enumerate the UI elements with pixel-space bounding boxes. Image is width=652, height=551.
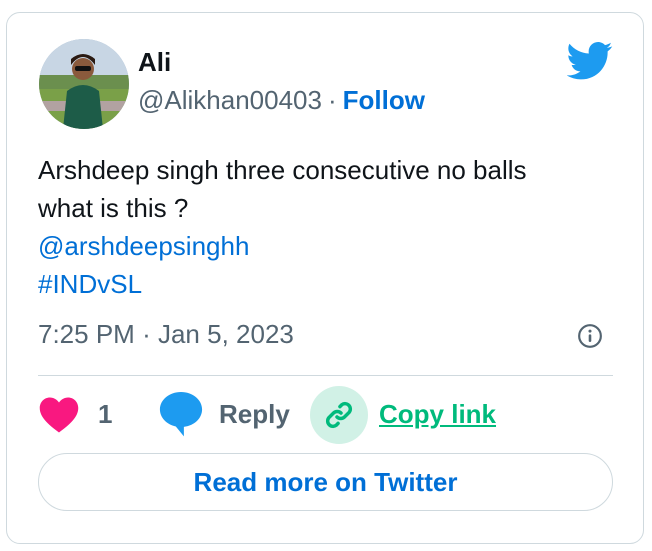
follow-link[interactable]: Follow [343,85,425,115]
tweet-actions: 1 Reply Copy link [38,386,613,444]
tweet-text: Arshdeep singh three consecutive no ball… [38,151,618,303]
avatar[interactable] [39,39,129,129]
heart-icon[interactable] [38,394,80,434]
tweet-timestamp[interactable]: 7:25 PM · Jan 5, 2023 [38,319,294,350]
tweet-embed-card: Ali @Alikhan00403 · Follow Arshdeep singh … [6,12,644,544]
author-handle-row: @Alikhan00403 · Follow [138,85,425,116]
tweet-text-line: what is this ? [38,193,189,223]
separator: · [142,319,151,349]
copy-link-button[interactable] [310,386,368,444]
mention-link[interactable]: @arshdeepsinghh [38,227,618,265]
separator: · [327,85,337,115]
reply-button[interactable]: Reply [219,399,290,430]
author-name[interactable]: Ali [138,47,171,78]
read-more-button[interactable]: Read more on Twitter [38,453,613,511]
divider [38,375,613,376]
tweet-time: 7:25 PM [38,319,135,349]
avatar-photo [39,39,129,129]
hashtag-link[interactable]: #INDvSL [38,265,618,303]
like-count: 1 [98,399,113,429]
author-handle[interactable]: @Alikhan00403 [138,85,322,115]
tweet-date: Jan 5, 2023 [157,319,294,349]
twitter-bird-icon[interactable] [567,41,613,81]
info-icon[interactable] [577,323,603,349]
speech-bubble-icon[interactable] [158,390,204,438]
chain-link-icon [325,401,353,429]
copy-link-label[interactable]: Copy link [379,399,496,430]
tweet-text-line: Arshdeep singh three consecutive no ball… [38,155,527,185]
